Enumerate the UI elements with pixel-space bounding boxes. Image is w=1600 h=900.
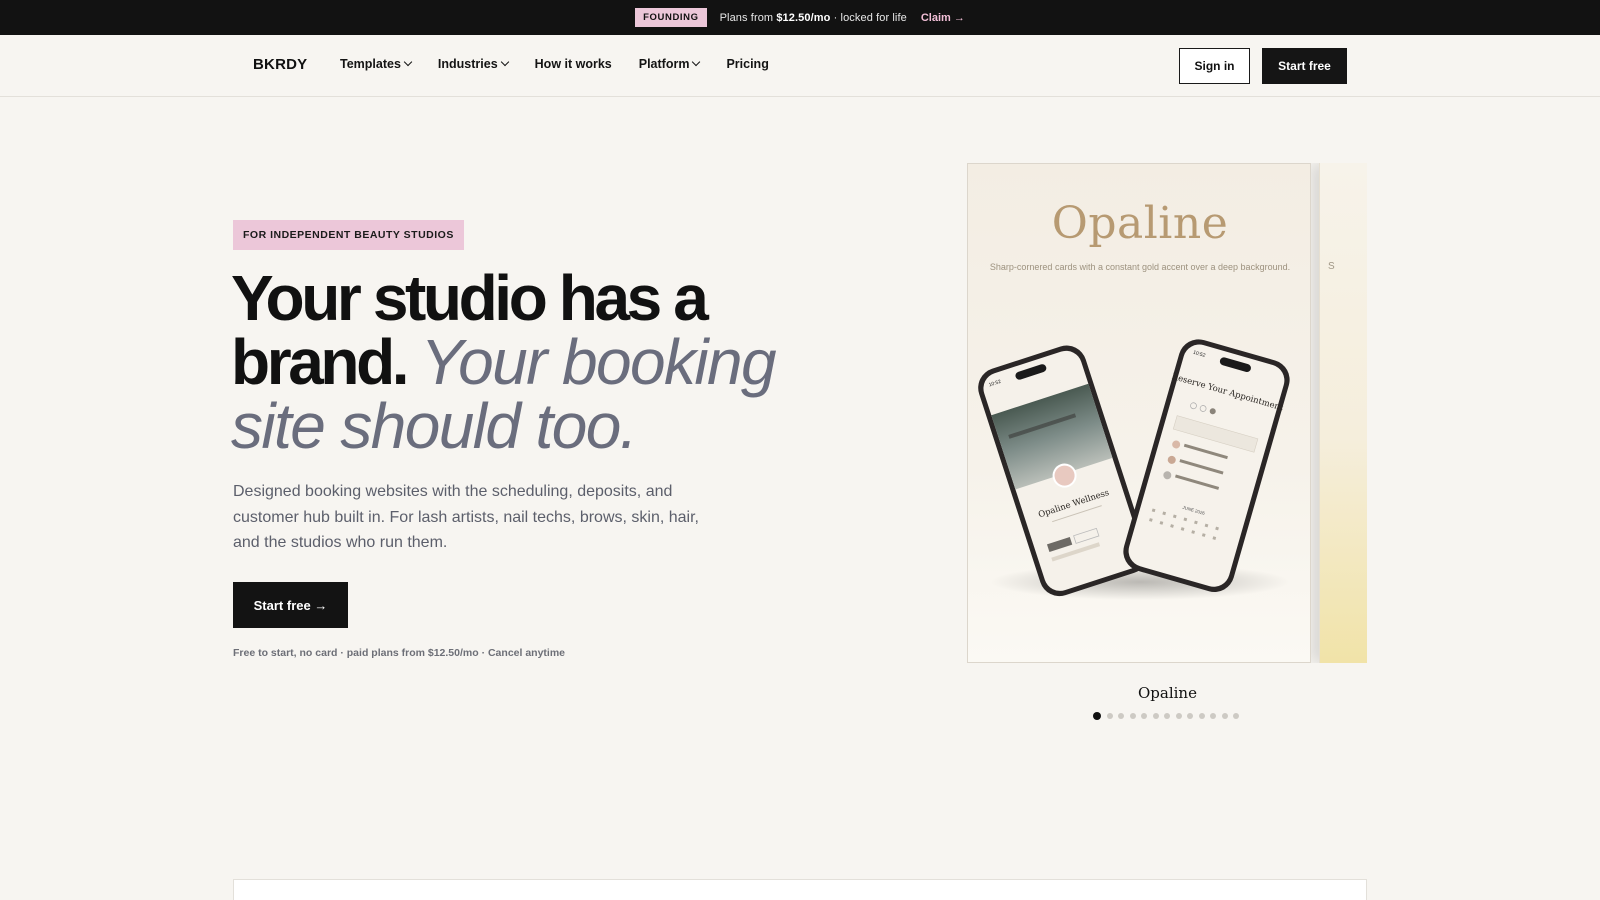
carousel-caption: Opaline bbox=[1138, 684, 1197, 702]
carousel-dot[interactable] bbox=[1175, 713, 1182, 719]
template-card-opaline[interactable]: Opaline Sharp-cornered cards with a cons… bbox=[967, 163, 1311, 663]
claim-link[interactable]: Claim → bbox=[921, 12, 965, 24]
next-template-card[interactable]: S bbox=[1319, 163, 1367, 663]
nav-pricing[interactable]: Pricing bbox=[726, 57, 768, 71]
carousel-dot[interactable] bbox=[1198, 713, 1205, 719]
hero-headline: Your studio has a brand. Your booking si… bbox=[231, 266, 871, 458]
carousel-dot[interactable] bbox=[1118, 713, 1124, 719]
start-free-hero-button[interactable]: Start free → bbox=[233, 582, 348, 628]
right-phone: 10:52 Reserve Your Appointment JUNE 2026 bbox=[1123, 339, 1290, 592]
announcement-bar: FOUNDING Plans from $12.50/mo · locked f… bbox=[0, 0, 1600, 35]
promo-suffix: · locked for life bbox=[830, 11, 907, 24]
hero-subheading: Designed booking websites with the sched… bbox=[233, 483, 699, 551]
carousel-dot[interactable] bbox=[1093, 712, 1101, 720]
nav-templates-label: Templates bbox=[340, 57, 401, 71]
template-carousel[interactable]: S Opaline Sharp-cornered cards with a co… bbox=[967, 163, 1367, 663]
main-nav: BKRDY Templates Industries How it works … bbox=[0, 35, 1600, 97]
carousel-dot[interactable] bbox=[1141, 713, 1147, 719]
carousel-dot[interactable] bbox=[1129, 713, 1136, 719]
nav-templates[interactable]: Templates bbox=[340, 57, 413, 71]
fine-print: Free to start, no card · paid plans from… bbox=[233, 647, 566, 659]
nav-how-it-works[interactable]: How it works bbox=[535, 57, 612, 71]
nav-industries-label: Industries bbox=[437, 57, 498, 71]
headline-brand: brand. bbox=[231, 326, 410, 398]
carousel-dot[interactable] bbox=[1152, 713, 1159, 719]
nav-industries[interactable]: Industries bbox=[437, 57, 509, 71]
carousel-dot[interactable] bbox=[1187, 713, 1193, 719]
next-section-panel bbox=[233, 879, 1367, 900]
start-free-nav-button[interactable]: Start free bbox=[1262, 48, 1347, 84]
nav-how-it-works-label: How it works bbox=[534, 57, 612, 71]
carousel-dots bbox=[1093, 712, 1239, 720]
headline-italic-1: Your booking bbox=[420, 326, 777, 398]
sign-in-button[interactable]: Sign in bbox=[1179, 48, 1250, 84]
left-phone: 10:52 Opaline Wellness bbox=[978, 345, 1148, 597]
carousel-dot[interactable] bbox=[1221, 713, 1228, 719]
carousel-dot[interactable] bbox=[1106, 713, 1113, 719]
next-template-peek: S bbox=[1328, 261, 1335, 272]
nav-platform[interactable]: Platform bbox=[638, 57, 701, 71]
promo-text: Plans from $12.50/mo · locked for life bbox=[720, 12, 907, 24]
logo[interactable]: BKRDY bbox=[253, 56, 307, 73]
headline-italic-2: site should too. bbox=[231, 390, 638, 462]
nav-links: Templates Industries How it works Platfo… bbox=[340, 57, 769, 71]
carousel-dot[interactable] bbox=[1233, 713, 1239, 719]
chevron-down-icon bbox=[692, 57, 701, 67]
phone-mockups-illustration: 10:52 Opaline Wellness 10:52 Reserve You… bbox=[978, 339, 1290, 600]
promo-price: $12.50/mo bbox=[776, 11, 831, 24]
founding-badge: FOUNDING bbox=[635, 8, 707, 27]
nav-platform-label: Platform bbox=[638, 57, 690, 71]
chevron-down-icon bbox=[500, 57, 509, 67]
nav-pricing-label: Pricing bbox=[726, 57, 769, 71]
carousel-dot[interactable] bbox=[1210, 713, 1216, 719]
eyebrow-tag: FOR INDEPENDENT BEAUTY STUDIOS bbox=[233, 220, 464, 250]
headline-line-1: Your studio has a bbox=[231, 262, 709, 334]
chevron-down-icon bbox=[403, 57, 413, 67]
carousel-dot[interactable] bbox=[1164, 713, 1170, 719]
promo-prefix: Plans from bbox=[719, 11, 777, 24]
